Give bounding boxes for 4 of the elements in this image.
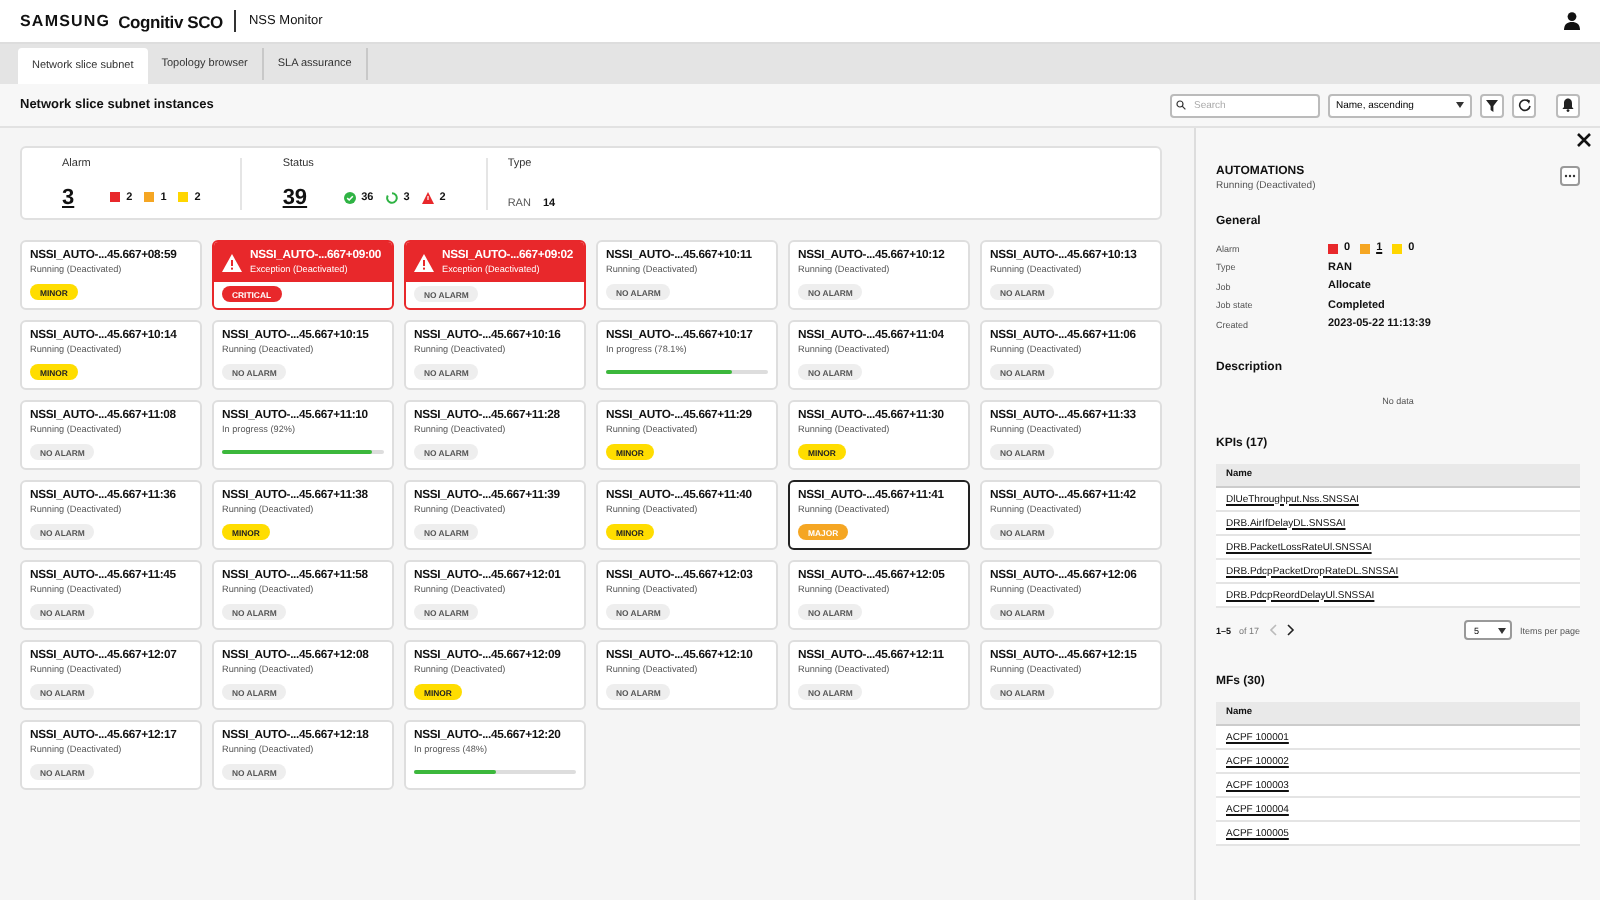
product-name: Cognitiv SCO xyxy=(118,11,223,31)
alarm-total[interactable]: 3 xyxy=(62,185,75,209)
brand-logo: SAMSUNG xyxy=(20,12,111,30)
status-total[interactable]: 39 xyxy=(282,185,308,209)
